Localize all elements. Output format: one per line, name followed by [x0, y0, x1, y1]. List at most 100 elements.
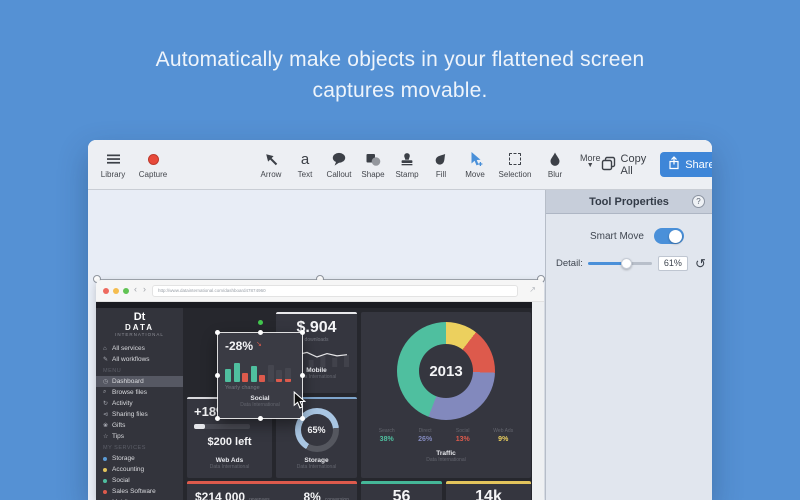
social-bar-chart — [225, 358, 295, 382]
smart-move-label: Smart Move — [590, 230, 644, 242]
library-icon — [106, 151, 121, 168]
blur-tool-label: Blur — [547, 169, 563, 179]
resize-handle[interactable] — [300, 330, 305, 335]
more-label: More — [580, 152, 601, 163]
capture-tool[interactable]: Capture — [138, 151, 168, 179]
text-tool[interactable]: a Text — [290, 151, 320, 179]
resize-handle[interactable] — [257, 416, 263, 421]
bar — [242, 373, 248, 382]
back-icon: ‹ — [134, 284, 137, 294]
headline-line2: captures movable. — [312, 79, 488, 102]
stamp-tool[interactable]: Stamp — [392, 151, 422, 179]
resize-handle[interactable] — [300, 373, 305, 378]
tool-properties-panel: Tool Properties ? Smart Move Detail: 61%… — [545, 190, 712, 500]
sidebar-item-all-workflows: ✎ All workflows — [103, 356, 150, 363]
arrow-tool[interactable]: Arrow — [256, 151, 286, 179]
callout-tool[interactable]: Callout — [324, 151, 354, 179]
sidebar-item-sharing-files: ⊲ Sharing files — [103, 411, 148, 418]
social-value: -28% — [225, 339, 254, 353]
bar — [267, 365, 274, 382]
rotate-handle[interactable] — [257, 320, 263, 325]
shape-icon — [365, 151, 381, 168]
minimize-traffic-light — [113, 288, 119, 294]
shape-tool-label: Shape — [361, 169, 385, 179]
move-tool[interactable]: Move — [460, 151, 490, 179]
text-tool-label: Text — [297, 169, 313, 179]
move-icon — [467, 151, 483, 168]
home-icon: ⌂ — [103, 345, 107, 352]
detail-slider[interactable] — [587, 257, 652, 269]
folder-panel: 56 files uploaded 78% Folder — [361, 481, 442, 500]
bar — [259, 375, 265, 382]
fill-tool[interactable]: Fill — [426, 151, 456, 179]
traffic-panel: 2013 Search 38% Direct 26% Social 13% Web A… — [361, 312, 531, 478]
mouse-cursor — [293, 390, 307, 415]
smart-move-toggle[interactable] — [653, 228, 684, 244]
chevron-down-icon: ▼ — [586, 161, 594, 169]
shape-tool[interactable]: Shape — [358, 151, 388, 179]
copy-all-button[interactable]: Copy All — [601, 153, 646, 177]
sidebar-item-gifts: ❀ Gifts — [103, 422, 126, 429]
storage-title: Storage — [304, 457, 329, 464]
detail-label: Detail: — [556, 258, 583, 269]
resize-handle[interactable] — [215, 373, 220, 378]
browser-chrome: ‹ › http://www.datainternational.com/das… — [96, 280, 544, 302]
library-tool[interactable]: Library — [98, 151, 128, 179]
resize-handle[interactable] — [300, 416, 305, 421]
resize-handle[interactable] — [215, 416, 220, 421]
zoom-traffic-light — [123, 288, 129, 294]
text-icon: a — [297, 151, 313, 168]
dashboard: Dt DATA INTERNATIONAL ⌂ All services ✎ All w… — [96, 302, 544, 500]
sidebar-item-dashboard: ◷ Dashboard — [96, 376, 183, 387]
help-button[interactable]: ? — [692, 195, 705, 208]
sales-revenue: $214 000 — [195, 490, 246, 500]
headline-line1: Automatically make objects in your flatt… — [155, 48, 645, 71]
tool-properties-title: Tool Properties — [589, 195, 669, 208]
sidebar-item-activity: ↻ Activity — [103, 400, 133, 407]
resize-handle[interactable] — [257, 330, 263, 335]
sidebar-item-sales-software: Sales Software — [96, 486, 183, 497]
more-tools-button[interactable]: More ▼ — [580, 153, 601, 169]
storage-subtitle: Data International — [296, 464, 337, 470]
selection-tool[interactable]: Selection — [494, 151, 536, 179]
slider-thumb[interactable] — [620, 257, 632, 269]
resize-handle[interactable] — [215, 330, 220, 335]
expand-icon: ↗ — [529, 285, 536, 294]
dashboard-main: $.904 downloads Mobile Data Internationa… — [183, 302, 544, 500]
service-dot — [103, 456, 107, 461]
web-ads-remaining: $200 left — [207, 436, 252, 448]
captured-screenshot[interactable]: ‹ › http://www.datainternational.com/das… — [96, 280, 544, 500]
legend-item: Web Ads 9% — [493, 428, 514, 443]
tool-properties-header: Tool Properties ? — [546, 190, 712, 214]
move-tool-label: Move — [465, 169, 485, 179]
share-icon — [668, 156, 680, 173]
editor-canvas[interactable]: ‹ › http://www.datainternational.com/das… — [88, 190, 545, 500]
share-button[interactable]: Share — [660, 152, 712, 177]
legend-item: Search 38% — [378, 428, 395, 443]
sidebar-item-browse-files: ⌕ Browse files — [103, 389, 148, 396]
bar — [250, 366, 257, 382]
toolbar-tools-group: Arrow a Text Callout Shape Stamp Fill Mov… — [256, 151, 601, 179]
forward-icon: › — [143, 284, 146, 294]
refresh-icon: ↻ — [103, 401, 109, 407]
toggle-knob — [669, 229, 683, 243]
reset-icon[interactable]: ↺ — [695, 257, 706, 270]
traffic-subtitle: Data International — [426, 457, 466, 463]
trend-down-icon: ↘ — [256, 341, 262, 348]
bar — [284, 368, 291, 382]
browser-scrollbar — [532, 302, 544, 500]
storage-value: 65% — [300, 414, 333, 446]
sidebar-section-header: MY SERVICES — [103, 444, 146, 451]
share-icon: ⊲ — [103, 412, 109, 418]
blur-icon — [547, 151, 563, 168]
legend-item: Social 13% — [455, 428, 470, 443]
toolbar: Library Capture Arrow a Text Callout Shap… — [88, 140, 712, 190]
detail-value-box[interactable]: 61% — [657, 256, 688, 271]
social-subtitle: Data International — [240, 402, 280, 408]
gift-icon: ❀ — [103, 423, 109, 429]
dashboard-sidebar: Dt DATA INTERNATIONAL ⌂ All services ✎ All w… — [96, 308, 183, 500]
stamp-icon — [399, 151, 415, 168]
social-panel-movable-object[interactable]: -28% ↘ Yearly change Social Data Interna… — [215, 320, 305, 421]
blur-tool[interactable]: Blur — [540, 151, 570, 179]
app-window: Library Capture Arrow a Text Callout Shap… — [88, 140, 712, 500]
